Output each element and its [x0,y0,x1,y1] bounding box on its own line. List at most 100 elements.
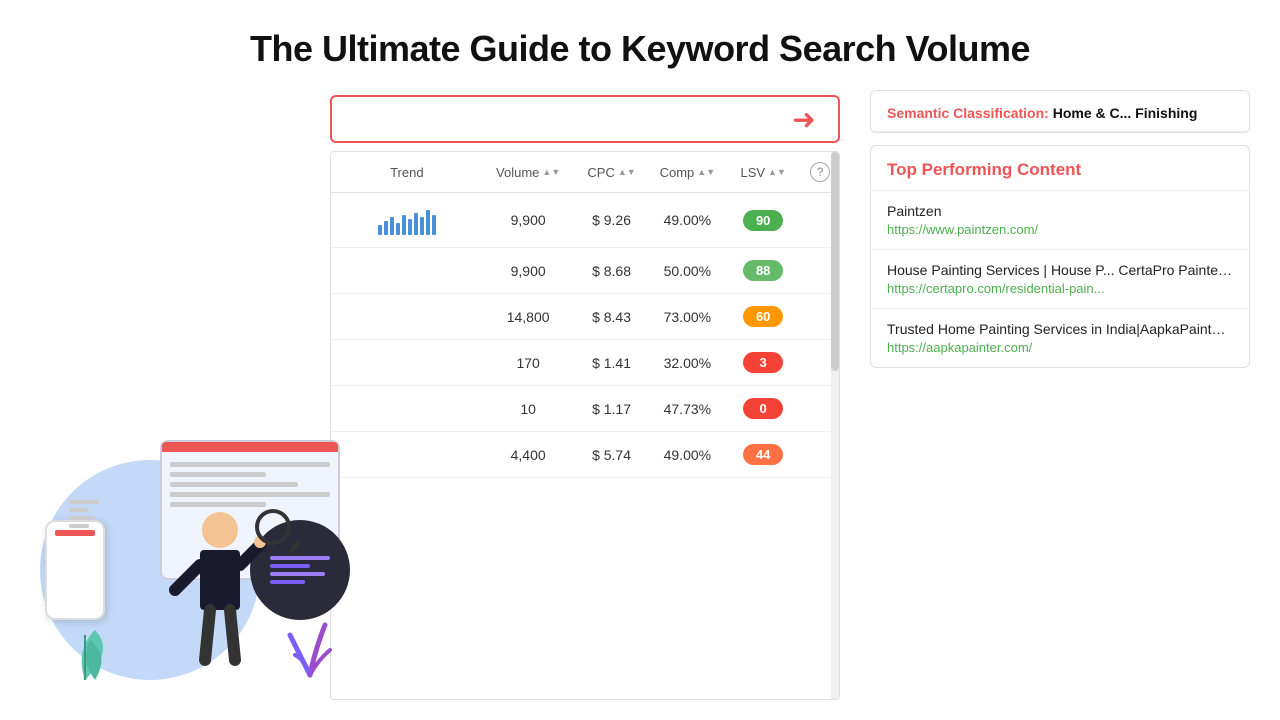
sort-lsv-icon[interactable]: ▲▼ [768,168,786,177]
col-comp[interactable]: Comp ▲▼ [649,162,725,182]
screen-line [170,482,298,487]
illus-plant-decor [270,605,350,685]
table-row: 9,900 $ 9.26 49.00% 90 [331,193,839,248]
lsv-badge: 90 [743,210,783,231]
search-submit-button[interactable]: ➜ [786,101,822,137]
illus-phone-line [69,508,89,512]
cell-volume: 10 [483,401,574,417]
scrollbar-thumb[interactable] [831,152,839,371]
cell-lsv: 88 [725,260,801,281]
semantic-classification: Semantic Classification: Home & C... Fin… [887,105,1233,121]
lsv-badge: 0 [743,398,783,419]
illus-phone [45,520,105,620]
content-url[interactable]: https://www.paintzen.com/ [887,222,1233,237]
cell-comp: 73.00% [649,309,725,325]
illus-screen-bar [162,442,338,452]
trend-bar [402,215,406,235]
page-title: The Ultimate Guide to Keyword Search Vol… [0,0,1280,90]
content-url[interactable]: https://certapro.com/residential-pain... [887,281,1233,296]
table-row: 14,800 $ 8.43 73.00% 60 [331,294,839,340]
help-icon[interactable]: ? [810,162,830,182]
right-panel: Semantic Classification: Home & C... Fin… [870,90,1250,700]
semantic-key: Semantic Classification: [887,105,1049,121]
col-cpc[interactable]: CPC ▲▼ [574,162,650,182]
cell-cpc: $ 5.74 [574,447,650,463]
top-content-heading: Top Performing Content [887,160,1081,179]
content-item[interactable]: Paintzen https://www.paintzen.com/ [871,191,1249,250]
illus-phone-line [69,524,89,528]
table-row: 9,900 $ 8.68 50.00% 88 [331,248,839,294]
content-item[interactable]: House Painting Services | House P... Cer… [871,250,1249,309]
content-title: Paintzen [887,203,1233,219]
trend-bar [390,217,394,235]
top-content-header: Top Performing Content [871,146,1249,191]
cell-cpc: $ 1.41 [574,355,650,371]
content-title: Trusted Home Painting Services in India|… [887,321,1233,337]
sort-volume-icon[interactable]: ▲▼ [542,168,560,177]
cell-comp: 49.00% [649,447,725,463]
cell-volume: 4,400 [483,447,574,463]
col-volume[interactable]: Volume ▲▼ [483,162,574,182]
trend-bar [396,223,400,235]
cell-volume: 9,900 [483,212,574,228]
scrollbar-track[interactable] [831,152,839,699]
sort-cpc-icon[interactable]: ▲▼ [618,168,636,177]
cell-trend [331,205,483,235]
cell-cpc: $ 1.17 [574,401,650,417]
cell-volume: 9,900 [483,263,574,279]
semantic-val: Home & C... Finishing [1053,105,1198,121]
cell-lsv: 90 [725,210,801,231]
trend-bar [408,219,412,235]
keyword-table-section: ➜ Trend Volume ▲▼ CPC ▲▼ [330,95,840,700]
trend-bar [420,217,424,235]
cell-lsv: 60 [725,306,801,327]
table-header: Trend Volume ▲▼ CPC ▲▼ Comp ▲▼ [331,152,839,193]
col-lsv[interactable]: LSV ▲▼ [725,162,801,182]
arrow-right-icon: ➜ [792,103,815,136]
trend-bar [384,221,388,235]
screen-line [170,462,330,467]
cell-comp: 32.00% [649,355,725,371]
lsv-badge: 3 [743,352,783,373]
cell-lsv: 3 [725,352,801,373]
lsv-badge: 60 [743,306,783,327]
semantic-card: Semantic Classification: Home & C... Fin… [870,90,1250,133]
content-item[interactable]: Trusted Home Painting Services in India|… [871,309,1249,367]
illus-phone-lines [69,500,99,528]
cell-comp: 50.00% [649,263,725,279]
illus-phone-line [69,500,99,504]
cell-volume: 14,800 [483,309,574,325]
cell-lsv: 0 [725,398,801,419]
search-bar[interactable]: ➜ [330,95,840,143]
trend-bar [432,215,436,235]
top-content-card: Top Performing Content Paintzen https://… [870,145,1250,368]
keyword-table: Trend Volume ▲▼ CPC ▲▼ Comp ▲▼ [330,151,840,700]
cell-cpc: $ 9.26 [574,212,650,228]
trend-bar [414,213,418,235]
illus-plant [65,610,145,690]
cell-comp: 47.73% [649,401,725,417]
illustration [30,90,330,700]
screen-line [170,472,266,477]
magnify-icon [255,509,291,545]
table-body: 9,900 $ 9.26 49.00% 90 9,900 $ 8.68 50.0 [331,193,839,694]
trend-bar [426,210,430,235]
content-title: House Painting Services | House P... Cer… [887,262,1233,278]
trend-bar [378,225,382,235]
col-trend: Trend [331,162,483,182]
table-row: 4,400 $ 5.74 49.00% 44 [331,432,839,478]
cell-volume: 170 [483,355,574,371]
cell-cpc: $ 8.68 [574,263,650,279]
trend-bars [378,205,436,235]
cell-cpc: $ 8.43 [574,309,650,325]
content-url[interactable]: https://aapkapainter.com/ [887,340,1233,355]
table-row: 10 $ 1.17 47.73% 0 [331,386,839,432]
cell-lsv: 44 [725,444,801,465]
semantic-header: Semantic Classification: Home & C... Fin… [871,91,1249,132]
table-row: 170 $ 1.41 32.00% 3 [331,340,839,386]
cell-comp: 49.00% [649,212,725,228]
lsv-badge: 44 [743,444,783,465]
illus-phone-line [69,516,94,520]
lsv-badge: 88 [743,260,783,281]
sort-comp-icon[interactable]: ▲▼ [697,168,715,177]
